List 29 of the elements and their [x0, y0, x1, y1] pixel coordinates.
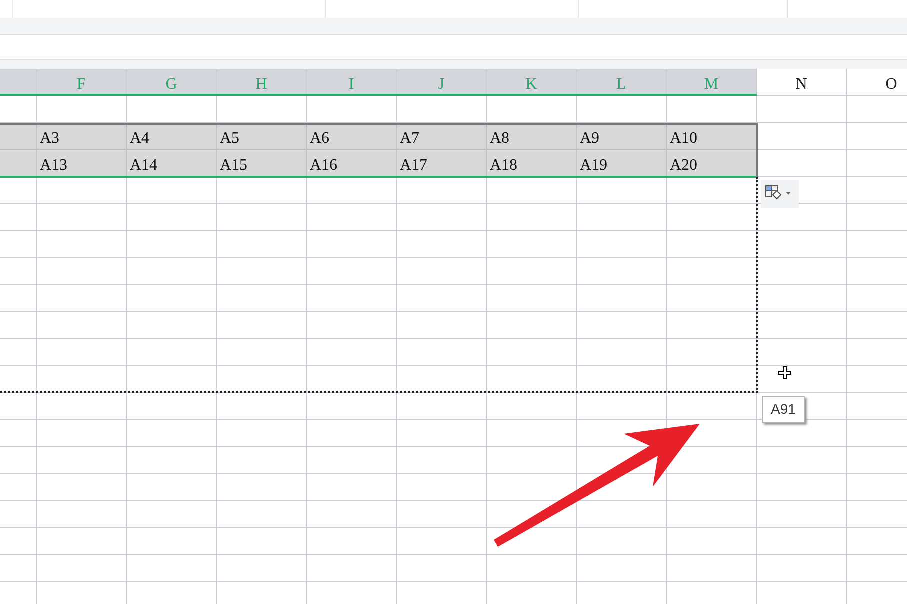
table-cell-text: A9	[579, 129, 601, 149]
table-cell-text: A14	[129, 156, 159, 176]
column-header[interactable]: K	[487, 69, 577, 96]
table-cell-text: A5	[219, 129, 241, 149]
table-cell-text: A8	[489, 129, 511, 149]
paste-options-button[interactable]	[761, 180, 799, 208]
column-header[interactable]: L	[577, 69, 667, 96]
table-cell-text: A16	[309, 156, 339, 176]
column-header[interactable]	[0, 69, 37, 96]
table-cell-text: A10	[669, 129, 699, 149]
column-header[interactable]: F	[37, 69, 127, 96]
column-header[interactable]: N	[757, 69, 847, 96]
table-cell-text: A7	[399, 129, 421, 149]
table-cell-text: A20	[669, 156, 699, 176]
table-cell-text: A18	[489, 156, 519, 176]
column-header[interactable]: M	[667, 69, 757, 96]
crosshair-cursor-icon	[778, 366, 792, 380]
column-header[interactable]: G	[127, 69, 217, 96]
table-cell-text: A13	[39, 156, 69, 176]
table-cell-text: A6	[309, 129, 331, 149]
table-cell-text: A15	[219, 156, 249, 176]
tooltip: A91	[762, 396, 805, 423]
column-header[interactable]: I	[307, 69, 397, 96]
column-header[interactable]: J	[397, 69, 487, 96]
table-cell-text: A17	[399, 156, 429, 176]
column-header[interactable]: H	[217, 69, 307, 96]
table-cell-text: A19	[579, 156, 609, 176]
table-cell-text: A3	[39, 129, 61, 149]
table-cell-text: A4	[129, 129, 151, 149]
